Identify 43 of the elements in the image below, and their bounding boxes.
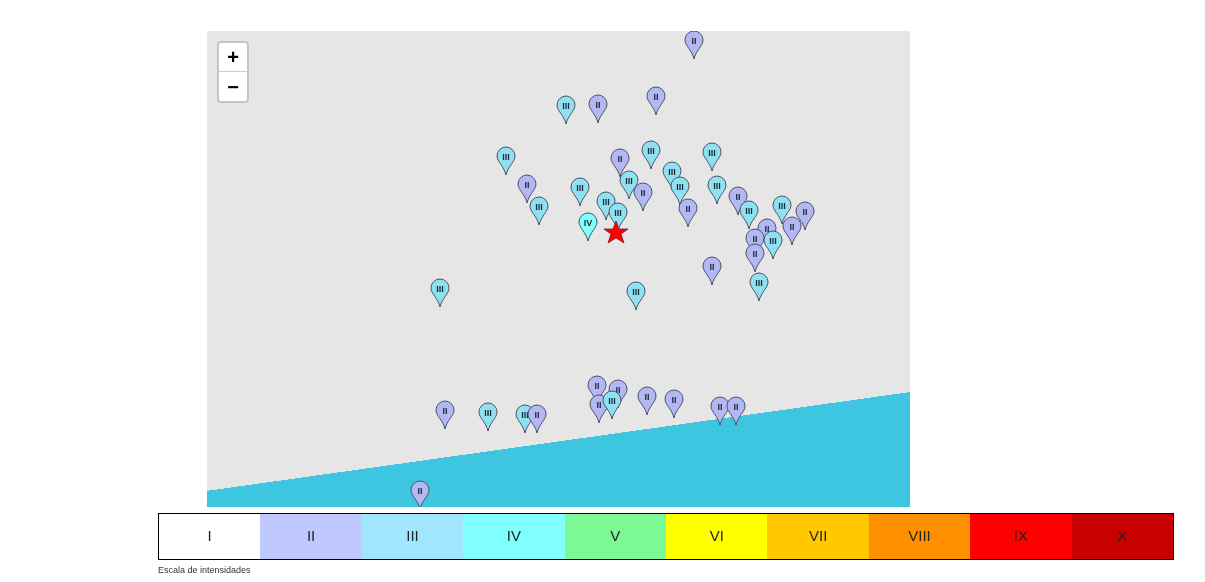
- map-pin[interactable]: II: [637, 386, 657, 416]
- map-pin[interactable]: II: [410, 480, 430, 507]
- map-pin[interactable]: II: [633, 182, 653, 212]
- map-pin[interactable]: II: [610, 148, 630, 178]
- map-pin[interactable]: II: [678, 198, 698, 228]
- map-pin[interactable]: II: [726, 396, 746, 426]
- intensity-level: VIII: [868, 514, 971, 559]
- map-pin[interactable]: II: [782, 216, 802, 246]
- map-pin[interactable]: III: [749, 272, 769, 302]
- map-pin[interactable]: II: [702, 256, 722, 286]
- intensity-level: X: [1071, 514, 1174, 559]
- intensity-level: IV: [463, 514, 565, 559]
- map-pin[interactable]: II: [684, 31, 704, 60]
- map-pin[interactable]: II: [517, 174, 537, 204]
- map-pin[interactable]: III: [702, 142, 722, 172]
- map-pin[interactable]: III: [626, 281, 646, 311]
- map-pin[interactable]: II: [588, 94, 608, 124]
- zoom-in-button[interactable]: +: [219, 43, 247, 72]
- map-pin[interactable]: III: [570, 177, 590, 207]
- map-pin[interactable]: III: [496, 146, 516, 176]
- map-pin[interactable]: III: [430, 278, 450, 308]
- map-pin[interactable]: III: [641, 140, 661, 170]
- map-pin[interactable]: II: [664, 389, 684, 419]
- intensity-level: V: [564, 514, 667, 559]
- map-pin[interactable]: IV: [578, 212, 598, 242]
- map-pin[interactable]: III: [478, 402, 498, 432]
- scale-caption: Escala de intensidades: [158, 564, 252, 577]
- map-pin[interactable]: III: [707, 175, 727, 205]
- intensity-level: III: [361, 514, 464, 559]
- intensity-level: VI: [666, 514, 768, 559]
- intensity-level: II: [260, 514, 362, 559]
- intensity-level: VII: [767, 514, 869, 559]
- epicenter-star-icon: [603, 220, 629, 244]
- map-pin[interactable]: II: [795, 201, 815, 231]
- map-pin[interactable]: III: [556, 95, 576, 125]
- map-pin[interactable]: II: [435, 400, 455, 430]
- map-pin[interactable]: III: [739, 200, 759, 230]
- map-pin[interactable]: II: [527, 404, 547, 434]
- map-pin[interactable]: III: [529, 196, 549, 226]
- map-pin[interactable]: II: [646, 86, 666, 116]
- intensity-level: IX: [970, 514, 1072, 559]
- zoom-out-button[interactable]: −: [219, 72, 247, 101]
- map-pin[interactable]: II: [745, 243, 765, 273]
